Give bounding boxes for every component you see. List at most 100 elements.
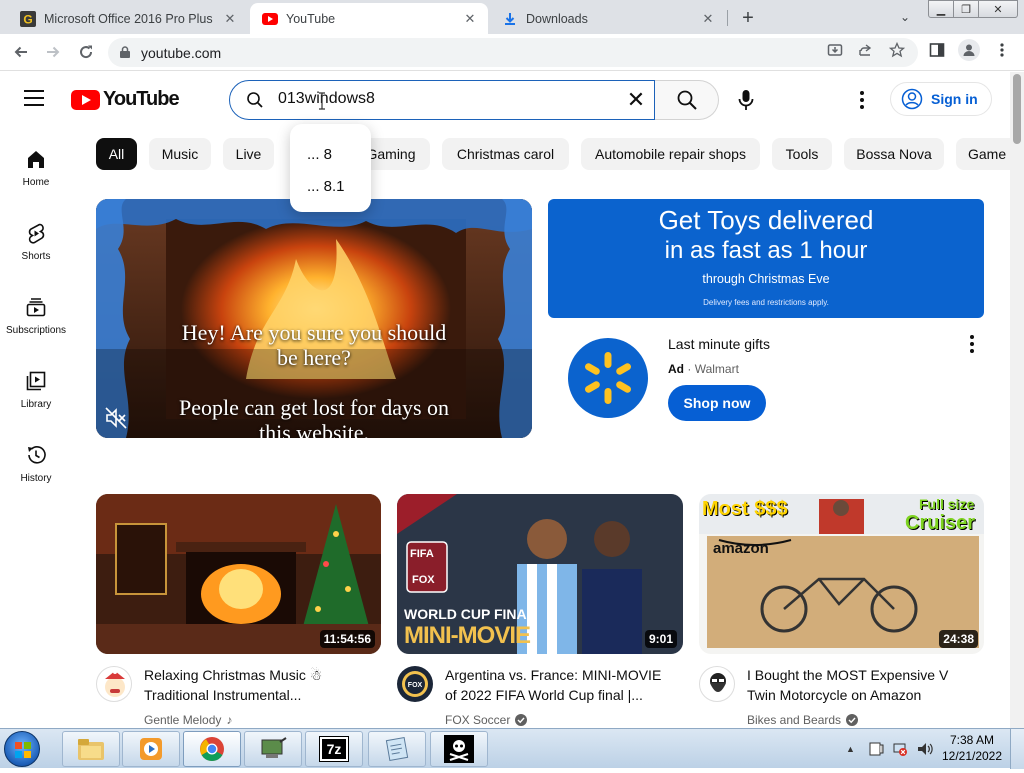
thumb-text-mini-movie: MINI-MOVIE <box>404 622 531 649</box>
thumb-text-most: Most $$$ <box>702 498 788 520</box>
sign-in-label: Sign in <box>931 91 978 107</box>
taskbar-7zip[interactable]: 7z <box>305 731 363 767</box>
shop-now-button[interactable]: Shop now <box>668 385 766 421</box>
tab-downloads[interactable]: Downloads ✕ <box>490 3 726 34</box>
side-panel-icon[interactable] <box>928 41 946 59</box>
video-thumbnail[interactable]: FIFA FOX WORLD CUP FINAL MINI-MOVIE 9:01 <box>397 494 683 654</box>
suggestion-item[interactable]: ... 8.1 <box>307 178 345 195</box>
bookmark-star-icon[interactable] <box>888 41 906 59</box>
video-channel[interactable]: Bikes and Beards <box>747 713 859 727</box>
network-error-icon[interactable] <box>892 741 908 757</box>
video-channel[interactable]: Gentle Melody ♪ <box>144 713 232 727</box>
tab-close-icon[interactable]: ✕ <box>222 11 238 27</box>
settings-menu-icon[interactable] <box>850 88 874 112</box>
tab-close-icon[interactable]: ✕ <box>462 11 478 27</box>
account-circle-icon <box>901 88 923 110</box>
youtube-logo[interactable]: YouTube <box>71 88 180 111</box>
channel-avatar[interactable] <box>699 666 735 702</box>
search-icon <box>677 90 697 110</box>
ad-badge: Ad <box>668 362 684 376</box>
taskbar-clock[interactable]: 7:38 AM 12/21/2022 <box>940 732 1004 764</box>
tab-close-icon[interactable]: ✕ <box>700 11 716 27</box>
video-thumbnail[interactable]: Most $$$ Full size Cruiser amazon 24:38 <box>699 494 984 654</box>
hamburger-menu-icon[interactable] <box>24 90 48 110</box>
suggestion-item[interactable]: ... 8 <box>307 146 332 163</box>
chip-all[interactable]: All <box>96 138 137 170</box>
tray-expand-icon[interactable]: ▲ <box>846 744 862 754</box>
walmart-logo[interactable] <box>568 338 648 418</box>
chip-automobile-repair-shops[interactable]: Automobile repair shops <box>581 138 760 170</box>
tab-office[interactable]: G Microsoft Office 2016 Pro Plus N ✕ <box>8 3 248 34</box>
sidebar-item-subscriptions[interactable]: Subscriptions <box>0 283 72 347</box>
install-app-icon[interactable] <box>826 41 844 59</box>
profile-avatar-icon[interactable] <box>958 39 980 61</box>
search-input[interactable]: 013windows8 ✕ <box>229 80 655 120</box>
ad-banner-line: Get Toys delivered <box>658 205 874 235</box>
tab-youtube[interactable]: YouTube ✕ <box>250 3 488 34</box>
reload-button[interactable] <box>74 40 98 64</box>
ad-title[interactable]: Last minute gifts <box>668 336 770 352</box>
featured-video[interactable]: Hey! Are you sure you should be here? Pe… <box>96 199 532 438</box>
tab-search-button[interactable]: ⌄ <box>894 7 916 27</box>
show-desktop-button[interactable] <box>1010 729 1024 769</box>
sidebar-item-library[interactable]: Library <box>0 357 72 421</box>
video-thumbnail[interactable]: 11:54:56 <box>96 494 381 654</box>
taskbar-notepad[interactable] <box>368 731 426 767</box>
start-button[interactable] <box>4 731 40 767</box>
sidebar-item-shorts[interactable]: Shorts <box>0 209 72 273</box>
chip-live[interactable]: Live <box>223 138 274 170</box>
search-query-text: 013windows8 <box>278 90 375 107</box>
sidebar-item-label: Library <box>20 399 52 410</box>
search-button[interactable] <box>655 80 719 120</box>
maximize-button[interactable]: ❐ <box>953 0 979 18</box>
chip-game[interactable]: Game <box>956 138 1010 170</box>
channel-avatar[interactable]: FOX <box>397 666 433 702</box>
featured-text-line: People can get lost for days on <box>178 395 450 420</box>
home-icon <box>24 147 48 171</box>
channel-avatar[interactable] <box>96 666 132 702</box>
sidebar-item-home[interactable]: Home <box>0 135 72 199</box>
browser-menu-icon[interactable] <box>993 41 1011 59</box>
sidebar-item-label: Shorts <box>21 251 51 262</box>
clear-search-icon[interactable]: ✕ <box>624 87 648 112</box>
forward-button[interactable] <box>41 40 65 64</box>
chip-music[interactable]: Music <box>149 138 211 170</box>
action-center-flag-icon[interactable] <box>868 741 884 757</box>
media-player-icon <box>140 738 162 760</box>
taskbar-chrome[interactable] <box>183 731 241 767</box>
lock-icon <box>120 46 130 58</box>
video-channel[interactable]: FOX Soccer <box>445 713 528 727</box>
ad-banner[interactable]: Get Toys delivered in as fast as 1 hour … <box>548 199 984 318</box>
close-window-button[interactable]: ✕ <box>978 0 1018 18</box>
chip-christmas-carol[interactable]: Christmas carol <box>442 138 569 170</box>
sidebar-item-history[interactable]: History <box>0 431 72 495</box>
address-bar[interactable]: youtube.com <box>108 38 918 67</box>
back-button[interactable] <box>9 40 33 64</box>
new-tab-button[interactable]: + <box>736 6 760 30</box>
chip-bossa-nova[interactable]: Bossa Nova <box>844 138 944 170</box>
gentle-melody-avatar-icon <box>105 670 125 697</box>
share-icon[interactable] <box>856 41 874 59</box>
voice-search-button[interactable] <box>726 80 766 120</box>
video-title[interactable]: I Bought the MOST Expensive V Twin Motor… <box>747 665 972 705</box>
taskbar-media-player[interactable] <box>122 731 180 767</box>
back-arrow-icon <box>14 46 27 58</box>
chip-tools[interactable]: Tools <box>772 138 832 170</box>
thumb-text-full-size: Full size <box>919 496 975 512</box>
ad-more-options-icon[interactable] <box>960 332 984 356</box>
taskbar-pirate-app[interactable] <box>430 731 488 767</box>
page-scrollbar[interactable] <box>1010 72 1024 728</box>
video-title[interactable]: Relaxing Christmas Music ☃ Traditional I… <box>144 665 369 705</box>
sign-in-button[interactable]: Sign in <box>890 82 992 116</box>
taskbar-utility[interactable] <box>244 731 302 767</box>
fifa-badge-text: FIFA <box>410 548 434 560</box>
taskbar-explorer[interactable] <box>62 731 120 767</box>
minimize-button[interactable]: ▁ <box>928 0 954 18</box>
search-icon <box>247 92 263 108</box>
thumb-text-cruiser: Cruiser <box>905 512 976 534</box>
volume-icon[interactable] <box>916 741 934 757</box>
microphone-icon <box>738 90 754 110</box>
video-title[interactable]: Argentina vs. France: MINI-MOVIE of 2022… <box>445 665 670 705</box>
scrollbar-thumb[interactable] <box>1013 74 1021 144</box>
mute-icon[interactable] <box>104 406 128 430</box>
